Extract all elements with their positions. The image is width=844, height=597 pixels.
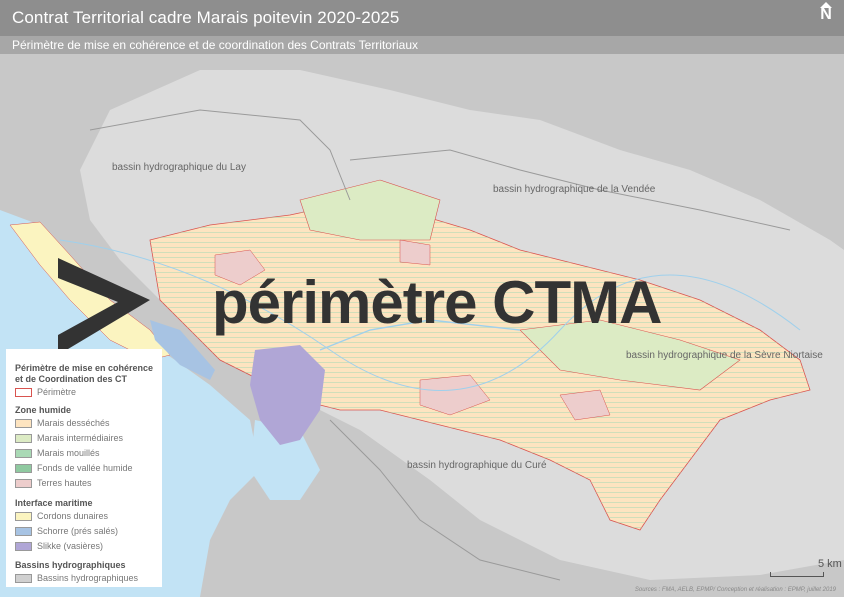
legend-section-bassins: Bassins hydrographiques	[15, 560, 126, 570]
legend-swatch	[15, 419, 32, 428]
legend-swatch	[15, 512, 32, 521]
scale-bar	[770, 572, 824, 577]
legend-section-interface-maritime: Interface maritime	[15, 498, 93, 508]
title-bar: Contrat Territorial cadre Marais poitevi…	[0, 0, 844, 36]
north-arrow-pointer-icon	[820, 2, 832, 8]
legend-swatch	[15, 388, 32, 397]
legend-label: Bassins hydrographiques	[37, 573, 139, 583]
basin-label-vendee: bassin hydrographique de la Vendée	[493, 184, 656, 195]
legend-title: Périmètre de mise en cohérence et de Coo…	[15, 363, 154, 384]
subtitle-bar: Périmètre de mise en cohérence et de coo…	[0, 36, 844, 54]
legend-swatch	[15, 464, 32, 473]
legend-label: Cordons dunaires	[37, 511, 109, 521]
north-letter: N	[820, 6, 832, 23]
legend-label: Marais intermédiaires	[37, 433, 124, 443]
north-arrow-icon: N	[818, 2, 834, 24]
scale-label: 5 km	[818, 558, 842, 570]
legend-label: Marais mouillés	[37, 448, 100, 458]
perimetre-ctma-label: périmètre CTMA	[212, 269, 662, 336]
legend-label: Schorre (prés salés)	[37, 526, 119, 536]
map-subtitle: Périmètre de mise en cohérence et de coo…	[12, 38, 418, 52]
legend-label: Slikke (vasières)	[37, 541, 104, 551]
legend: Périmètre de mise en cohérence et de Coo…	[6, 349, 162, 587]
legend-swatch	[15, 434, 32, 443]
basin-label-cure: bassin hydrographique du Curé	[407, 460, 547, 471]
legend-label: Fonds de vallée humide	[37, 463, 133, 473]
legend-swatch	[15, 479, 32, 488]
basin-label-lay: bassin hydrographique du Lay	[112, 162, 246, 173]
legend-swatch	[15, 449, 32, 458]
sources-credit: Sources : FMA, AELB, EPMP/ Conception et…	[634, 587, 836, 593]
legend-section-zone-humide: Zone humide	[15, 405, 71, 415]
map-title: Contrat Territorial cadre Marais poitevi…	[12, 8, 400, 27]
basin-label-sevre-niortaise: bassin hydrographique de la Sèvre Niorta…	[626, 350, 823, 361]
legend-label: Marais desséchés	[37, 418, 110, 428]
legend-swatch	[15, 527, 32, 536]
legend-swatch	[15, 574, 32, 583]
legend-label: Terres hautes	[37, 478, 92, 488]
legend-swatch	[15, 542, 32, 551]
map-frame: Contrat Territorial cadre Marais poitevi…	[0, 0, 844, 597]
legend-label: Périmètre	[37, 387, 77, 397]
